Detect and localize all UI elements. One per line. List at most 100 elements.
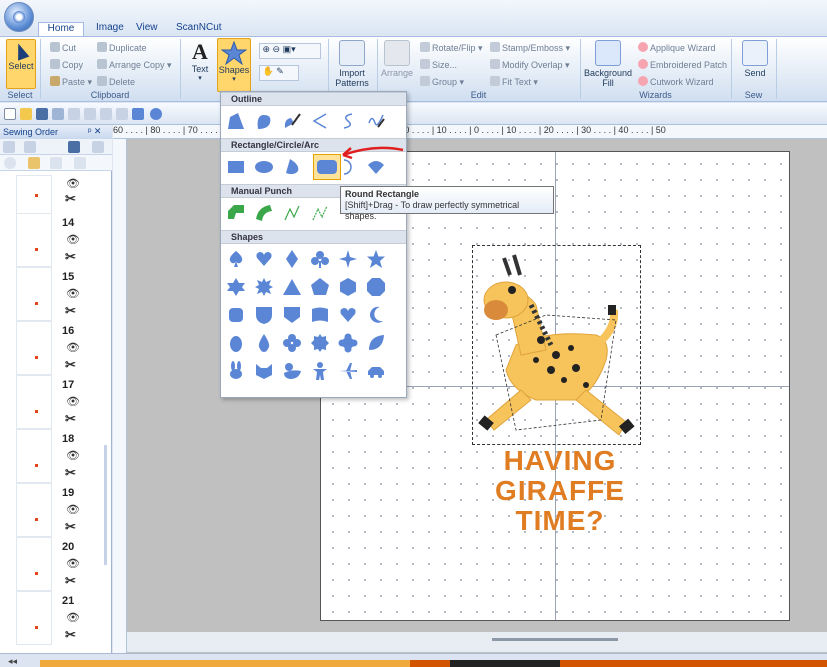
cutwork-wizard-button[interactable]: Cutwork Wizard [638,76,714,87]
ellipse-icon[interactable] [253,156,275,178]
view-options-icon[interactable] [24,141,36,153]
tab-view[interactable]: View [128,22,166,36]
outline-line-icon[interactable] [309,110,331,132]
design-page-icon[interactable] [116,108,128,120]
scalloped-square-icon[interactable] [225,304,247,326]
eye-icon[interactable]: 👁 [66,341,80,354]
six-point-star-icon[interactable] [225,276,247,298]
design-text-line-3[interactable]: TIME? [470,505,650,537]
eye-icon[interactable]: 👁 [66,557,80,570]
sewing-order-item[interactable]: 18 👁 ✂ [14,429,104,487]
sewing-order-scrollbar[interactable] [104,445,107,565]
giraffe-embroidery[interactable] [476,250,636,440]
person-icon[interactable] [309,360,331,382]
text-button[interactable]: A Text ▾ [186,40,214,83]
lock-icon[interactable] [28,157,40,169]
color-sort-icon[interactable] [68,141,80,153]
scissors-icon[interactable]: ✂ [65,519,76,535]
car-icon[interactable] [365,360,387,382]
sewing-order-item[interactable]: 19 👁 ✂ [14,483,104,541]
eye-icon[interactable]: 👁 [66,287,80,300]
sewing-order-item[interactable]: 21 👁 ✂ [14,591,104,649]
heart-icon[interactable] [253,248,275,270]
redo-icon[interactable] [84,108,96,120]
scissors-icon[interactable] [50,157,62,169]
tab-scanncut[interactable]: ScanNCut [168,22,230,36]
octagon-icon[interactable] [365,276,387,298]
punch-curve-icon[interactable] [253,202,275,224]
tab-image[interactable]: Image [88,22,132,36]
rotate-flip-button[interactable]: Rotate/Flip ▾ [420,42,483,54]
duck-icon[interactable] [281,360,303,382]
eye-icon[interactable] [4,157,16,169]
paste-button[interactable]: Paste ▾ [50,76,92,88]
open-folder-icon[interactable] [20,108,32,120]
arrange-copy-button[interactable]: Arrange Copy ▾ [97,59,172,71]
grid-icon[interactable] [100,108,112,120]
badge-icon[interactable] [281,304,303,326]
triangle-icon[interactable] [281,276,303,298]
sort-icon[interactable] [3,141,15,153]
duplicate-button[interactable]: Duplicate [97,42,147,53]
burst-icon[interactable] [253,276,275,298]
new-file-icon[interactable] [4,108,16,120]
sewing-order-item[interactable]: 14 👁 ✂ [14,213,104,271]
hexagon-icon[interactable] [337,276,359,298]
scissors-icon[interactable]: ✂ [65,627,76,643]
rabbit-icon[interactable] [225,360,247,382]
cat-icon[interactable] [253,360,275,382]
pentagon-icon[interactable] [309,276,331,298]
outline-polygon-icon[interactable] [225,110,247,132]
arrange-button[interactable]: Arrange [380,40,414,78]
punch-line-icon[interactable] [281,202,303,224]
frame-icon[interactable] [92,141,104,153]
save-icon[interactable] [36,108,48,120]
diamond-icon[interactable] [281,248,303,270]
import-patterns-button[interactable]: Import Patterns [332,40,372,88]
application-menu-button[interactable] [4,2,34,32]
eye-icon[interactable]: 👁 [66,449,80,462]
sewing-order-item[interactable]: 17 👁 ✂ [14,375,104,433]
punch-block-icon[interactable] [225,202,247,224]
size-button[interactable]: Size... [420,59,457,70]
embroidered-patch-button[interactable]: Embroidered Patch [638,59,727,70]
scissors-icon[interactable]: ✂ [65,573,76,589]
flower-icon[interactable] [281,332,303,354]
club-icon[interactable] [309,248,331,270]
sewing-order-item[interactable]: 15 👁 ✂ [14,267,104,325]
modify-overlap-button[interactable]: Modify Overlap ▾ [490,59,570,71]
scissors-icon[interactable]: ✂ [65,411,76,427]
eye-icon[interactable]: 👁 [66,395,80,408]
scissors-icon[interactable]: ✂ [65,465,76,481]
star-icon[interactable] [365,248,387,270]
shapes-button[interactable]: Shapes ▾ [217,38,251,92]
horizontal-scrollbar-thumb[interactable] [492,638,618,641]
sewing-order-item[interactable]: 16 👁 ✂ [14,321,104,379]
help-icon[interactable] [150,108,162,120]
spade-icon[interactable] [225,248,247,270]
send-button[interactable]: Send [740,40,770,78]
panel-pin-close-icon[interactable]: ᵖ ✕ [88,126,101,137]
zoom-tools[interactable]: ⊕ ⊖ ▣▾ [259,43,321,59]
outline-pen-icon[interactable] [281,110,303,132]
flag-icon[interactable] [309,304,331,326]
egg-icon[interactable] [225,332,247,354]
eye-icon[interactable]: 👁 [66,611,80,624]
scissors-icon[interactable]: ✂ [65,303,76,319]
heart-outline-icon[interactable] [337,304,359,326]
gear-shape-icon[interactable] [309,332,331,354]
panel-nav-icon[interactable]: ◂◂ [8,656,17,667]
stamp-emboss-button[interactable]: Stamp/Emboss ▾ [490,42,570,54]
punch-stitch-icon[interactable] [309,202,331,224]
copy-button[interactable]: Copy [50,59,83,70]
delete-button[interactable]: Delete [97,76,135,87]
select-button[interactable]: Select [6,39,36,89]
group-button[interactable]: Group ▾ [420,76,464,88]
rectangle-icon[interactable] [225,156,247,178]
airplane-icon[interactable] [337,360,359,382]
print-preview-icon[interactable] [52,108,64,120]
sewing-order-item[interactable]: 20 👁 ✂ [14,537,104,595]
shield-icon[interactable] [253,304,275,326]
crescent-icon[interactable] [365,304,387,326]
outline-freehand-icon[interactable] [365,110,387,132]
